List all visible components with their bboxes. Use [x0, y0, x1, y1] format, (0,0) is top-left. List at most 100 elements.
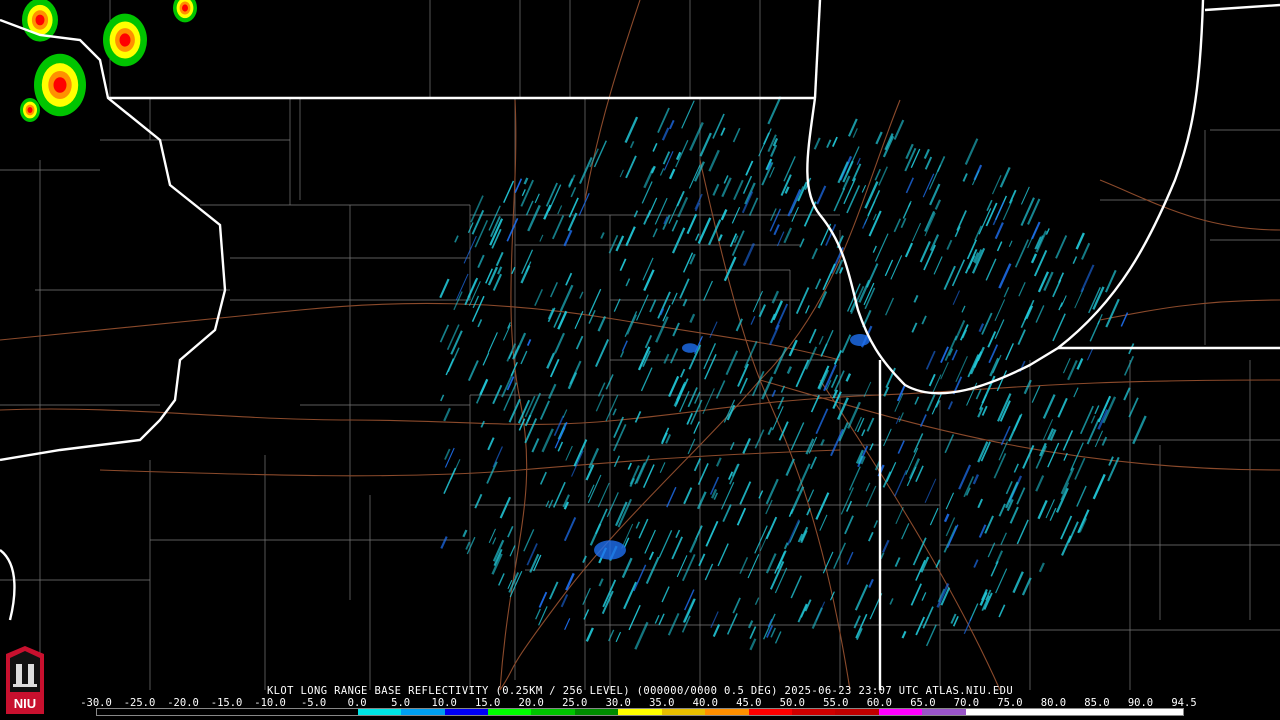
- echo-streak: [944, 434, 955, 454]
- echo-streak: [990, 561, 999, 577]
- echo-streak: [569, 360, 582, 385]
- echo-streak: [987, 331, 997, 348]
- echo-streak: [509, 545, 516, 557]
- echo-streak: [679, 278, 690, 299]
- echo-streak: [492, 384, 503, 405]
- echo-streak: [538, 591, 548, 608]
- echo-streak: [619, 350, 625, 358]
- echo-streak: [658, 613, 665, 626]
- echo-streak: [902, 202, 912, 219]
- echo-streak: [943, 513, 950, 523]
- echo-streak: [743, 340, 758, 369]
- echo-streak: [998, 503, 1006, 517]
- echo-streak: [670, 348, 679, 364]
- echo-streak: [712, 183, 720, 196]
- echo-streak: [861, 184, 867, 193]
- echo-streak: [752, 290, 763, 313]
- echo-streak: [880, 552, 885, 560]
- echo-streak: [995, 568, 1008, 594]
- echo-streak: [845, 500, 853, 512]
- echo-streak: [1013, 463, 1019, 473]
- echo-streak: [548, 581, 559, 600]
- echo-streak: [453, 291, 463, 311]
- echo-streak: [998, 604, 1006, 618]
- echo-streak: [910, 583, 922, 606]
- echo-streak: [552, 481, 566, 508]
- echo-streak: [1020, 186, 1030, 205]
- echo-streak: [652, 143, 658, 152]
- echo-streak: [732, 127, 741, 143]
- echo-streak: [742, 438, 751, 454]
- echo-streak: [625, 278, 631, 287]
- echo-streak: [819, 514, 828, 531]
- echo-streak: [750, 315, 756, 325]
- echo-streak: [539, 400, 550, 420]
- echo-streak: [874, 168, 881, 181]
- echo-streak: [725, 350, 739, 376]
- echo-streak: [895, 415, 901, 425]
- echo-streak: [666, 486, 677, 508]
- echo-streak: [785, 458, 795, 477]
- echo-streak: [615, 235, 625, 252]
- echo-streak: [597, 382, 606, 397]
- echo-streak: [629, 140, 635, 149]
- echo-streak: [689, 538, 698, 553]
- echo-streak: [705, 520, 719, 547]
- echo-streak: [1002, 199, 1014, 221]
- echo-streak: [904, 242, 914, 258]
- echo-streak: [897, 440, 905, 454]
- echo-streak: [822, 263, 836, 291]
- echo-streak: [854, 416, 862, 432]
- echo-streak: [1037, 271, 1050, 293]
- echo-streak: [857, 417, 865, 433]
- echo-streak: [799, 238, 805, 248]
- echo-streak: [511, 266, 516, 275]
- echo-streak: [624, 116, 639, 144]
- echo-streak: [721, 177, 732, 198]
- echo-streak: [790, 186, 804, 214]
- echo-streak: [523, 177, 529, 185]
- echo-streak: [1022, 444, 1035, 469]
- echo-streak: [981, 405, 988, 416]
- storm-cell: [119, 33, 131, 47]
- echo-streak: [557, 205, 563, 215]
- echo-streak: [668, 375, 680, 397]
- echo-streak: [861, 218, 868, 229]
- echo-streak: [503, 180, 515, 203]
- echo-streak: [901, 630, 907, 639]
- echo-streak: [999, 166, 1011, 188]
- echo-streak: [934, 199, 942, 210]
- echo-streak: [873, 520, 879, 528]
- echo-streak: [1123, 355, 1135, 376]
- echo-streak: [991, 174, 1002, 195]
- echo-streak: [924, 212, 936, 237]
- echo-streak: [545, 500, 550, 508]
- echo-streak: [771, 389, 777, 398]
- echo-streak: [1003, 286, 1010, 298]
- echo-streak: [940, 346, 949, 364]
- echo-streak: [634, 621, 649, 650]
- echo-streak: [470, 195, 484, 223]
- storm-cell: [35, 14, 45, 26]
- echo-streak: [951, 349, 958, 361]
- echo-streak: [699, 132, 712, 157]
- echo-streak: [723, 399, 736, 423]
- echo-streak: [549, 282, 558, 298]
- storm-cell: [27, 107, 33, 113]
- echo-streak: [498, 573, 505, 586]
- echo-streak: [1067, 521, 1079, 543]
- niu-logo: NIU: [4, 646, 46, 714]
- echo-streak: [715, 380, 726, 399]
- echo-streak: [919, 414, 927, 427]
- echo-streak: [1052, 313, 1066, 342]
- echo-streak: [643, 209, 652, 225]
- echo-streak: [867, 189, 881, 217]
- echo-streak: [1086, 347, 1094, 361]
- echo-streak: [884, 259, 894, 277]
- echo-streak: [1031, 385, 1041, 403]
- echo-streak: [994, 299, 1006, 322]
- echo-streak: [565, 272, 573, 286]
- echo-streak: [741, 191, 754, 214]
- echo-streak: [772, 406, 784, 431]
- echo-streak: [477, 319, 483, 328]
